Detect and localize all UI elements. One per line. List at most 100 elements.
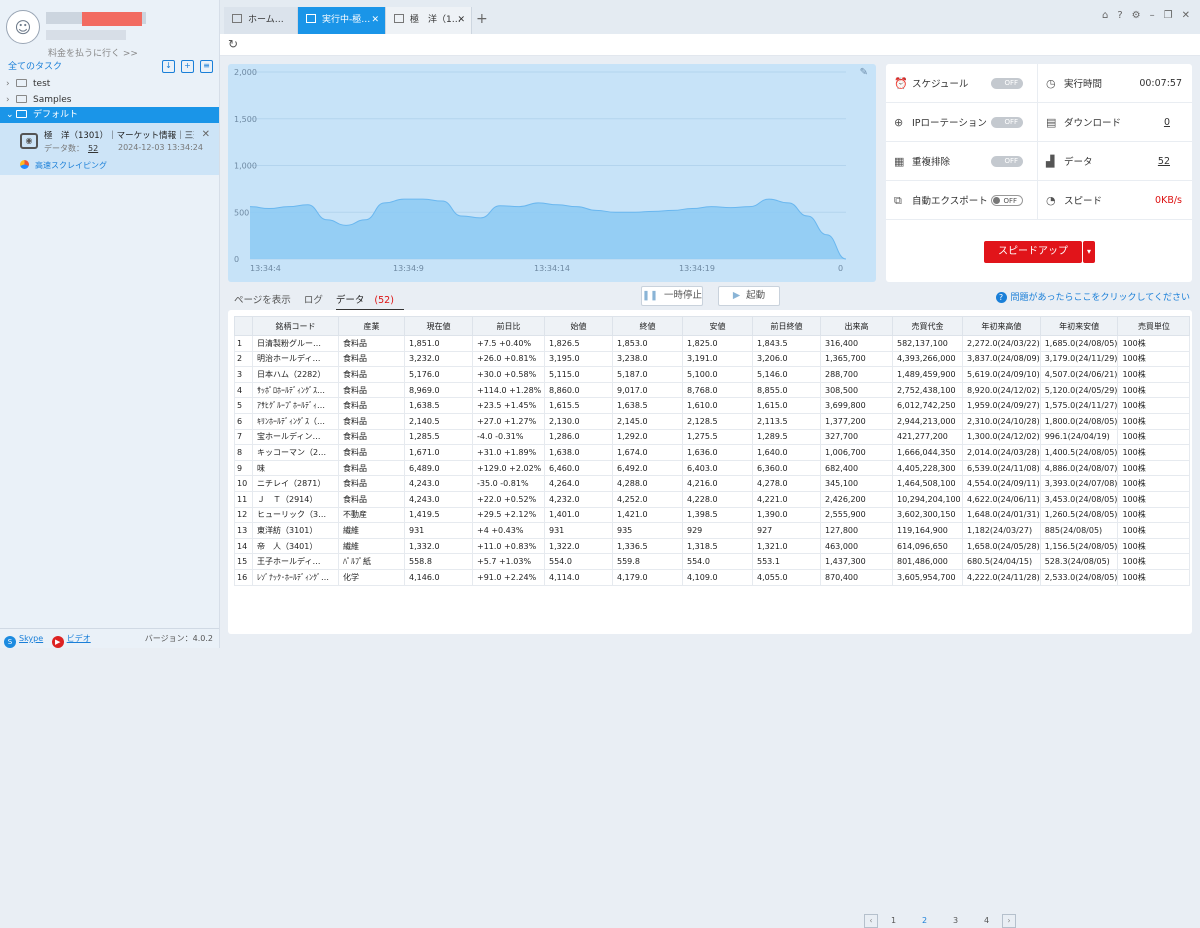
task-item[interactable]: ◉ 極 洋（1301）｜マーケット情報｜三菱… ✕ データ数： 52 2024-1… (0, 123, 219, 175)
help-icon[interactable]: ? (1117, 10, 1122, 21)
import-icon[interactable]: ↓ (162, 60, 175, 73)
table-cell: 1,648.0(24/01/31) (962, 506, 1041, 524)
table-cell: 繊維 (338, 522, 405, 539)
table-row[interactable]: 3 日本ハム（2282） 食料品 5,176.0 +30.0 +0.58% 5,115.0… (234, 366, 1191, 383)
table-row[interactable]: 16 ﾚｿﾞﾅｯｸ･ﾎｰﾙﾃﾞｨﾝｸﾞ… 化学 4,146.0 +91.0 +2.24%… (234, 568, 1191, 586)
table-cell: 8,969.0 (404, 381, 473, 399)
table-cell: 558.8 (404, 553, 473, 570)
column-header[interactable]: 売買単位 (1117, 316, 1191, 336)
table-cell: 東洋紡（3101） (252, 522, 339, 539)
table-row[interactable]: 1 日清製粉グルー… 食料品 1,851.0 +7.5 +0.40% 1,826.5 1,8… (234, 335, 1191, 352)
start-button[interactable]: ▶ 起動 (718, 286, 780, 306)
tab-bar: ホーム… 実行中-極… ✕ 極 洋（1… ✕ + ⌂ ? ⚙ – ❐ ✕ (220, 0, 1200, 34)
column-header[interactable]: 年初来高値 (962, 316, 1041, 336)
tab-task[interactable]: 極 洋（1… ✕ (386, 7, 472, 34)
y-tick-label: 500 (234, 208, 249, 217)
close-icon[interactable]: ✕ (371, 7, 379, 34)
y-tick-label: 0 (234, 255, 239, 264)
table-row[interactable]: 10 ニチレイ（2871） 食料品 4,243.0 -35.0 -0.81% 4,264.… (234, 475, 1191, 492)
column-header[interactable]: 終値 (612, 316, 683, 336)
schedule-toggle[interactable]: OFF (991, 78, 1023, 89)
table-row[interactable]: 9 味食料品 6,489.0 +129.0 +2.02% 6,460.0 6,492.0 6… (234, 459, 1191, 477)
settings-icon[interactable]: ⚙ (1132, 10, 1141, 21)
minimize-icon[interactable]: – (1150, 10, 1155, 21)
tab-page-view[interactable]: ページを表示 (234, 295, 291, 306)
tree-folder-test[interactable]: › test (0, 76, 219, 92)
page-number[interactable]: 1 (878, 914, 909, 928)
edit-icon[interactable]: ✎ (860, 67, 868, 78)
table-row[interactable]: 8 キッコーマン（2… 食料品 1,671.0 +31.0 +1.89% 1,638.0 1… (234, 444, 1191, 461)
column-header[interactable]: 銘柄コード (252, 316, 339, 336)
avatar[interactable]: ☺ (6, 10, 40, 44)
auto-export-toggle[interactable]: OFF (991, 195, 1023, 206)
tab-log[interactable]: ログ (304, 295, 323, 306)
pause-button[interactable]: ❚❚ 一時停止 (641, 286, 703, 306)
column-header[interactable]: 出来高 (820, 316, 893, 336)
table-row[interactable]: 15 王子ホールディ… ﾊﾟﾙﾌﾟ紙 558.8 +5.7 +1.03% 554.0 559… (234, 553, 1191, 570)
table-cell: 2,272.0(24/03/22) (962, 335, 1041, 352)
table-row[interactable]: 6 ｷﾘﾝﾎｰﾙﾃﾞｨﾝｸﾞｽ（… 食料品 2,140.5 +27.0 +1.27% 2,… (234, 412, 1191, 430)
y-tick-label: 2,000 (234, 68, 257, 77)
close-window-icon[interactable]: ✕ (1182, 10, 1190, 21)
table-row[interactable]: 11 Ｊ Ｔ（2914） 食料品 4,243.0 +22.0 +0.52% 4,232.0… (234, 490, 1191, 508)
skype-link[interactable]: Skype (19, 634, 43, 643)
speed-row: ◔ スピード 0KB/s (1038, 181, 1192, 220)
export-icon: ⧉ (894, 194, 902, 207)
page-number[interactable]: 3 (940, 914, 971, 928)
new-folder-icon[interactable]: ≡ (200, 60, 213, 73)
prev-page-icon[interactable]: ‹ (864, 914, 878, 928)
video-link[interactable]: ビデオ (67, 634, 91, 643)
gift-icon[interactable]: ⌂ (1102, 10, 1108, 21)
column-header[interactable]: 始値 (544, 316, 613, 336)
tree-folder-samples[interactable]: › Samples (0, 92, 219, 108)
table-cell: 11 (234, 490, 253, 508)
page-number[interactable]: 4 (971, 914, 1002, 928)
help-link[interactable]: ? 問題があったらここをクリックしてください (995, 290, 1190, 303)
pay-link[interactable]: 料金を払うに行く >> (48, 46, 138, 59)
chevron-down-icon[interactable]: ▾ (1083, 241, 1095, 263)
table-row[interactable]: 13 東洋紡（3101） 繊維 931 +4 +0.43% 931 935 929 927 127… (234, 522, 1191, 539)
refresh-icon[interactable]: ↻ (228, 37, 238, 51)
table-cell: 528.3(24/08/05) (1039, 553, 1119, 570)
table-cell: 2 (234, 350, 253, 368)
ip-rotation-toggle[interactable]: OFF (991, 117, 1023, 128)
table-row[interactable]: 14 帝 人（3401） 繊維 1,332.0 +11.0 +0.83% 1,322.0 1… (234, 537, 1191, 555)
column-header[interactable]: 産業 (338, 316, 405, 336)
column-header[interactable]: 前日比 (472, 316, 545, 336)
column-header[interactable]: 前日終値 (752, 316, 821, 336)
close-icon[interactable]: ✕ (457, 7, 465, 34)
table-cell: 3,393.0(24/07/08) (1039, 475, 1119, 492)
tab-running[interactable]: 実行中-極… ✕ (298, 7, 386, 34)
table-cell: 1,843.5 (752, 335, 821, 352)
next-page-icon[interactable]: › (1002, 914, 1016, 928)
task-count-link[interactable]: 52 (88, 144, 98, 153)
table-row[interactable]: 4 ｻｯﾎﾟﾛﾎｰﾙﾃﾞｨﾝｸﾞｽ… 食料品 8,969.0 +114.0 +1.28%… (234, 381, 1191, 399)
all-tasks-label[interactable]: 全てのタスク (8, 62, 62, 72)
tree-folder-default[interactable]: ⌄ デフォルト (0, 107, 219, 123)
column-header[interactable]: 売買代金 (892, 316, 963, 336)
dedupe-toggle[interactable]: OFF (991, 156, 1023, 167)
table-row[interactable]: 2 明治ホールディ… 食料品 3,232.0 +26.0 +0.81% 3,195.0 3,… (234, 350, 1191, 368)
table-row[interactable]: 12 ヒューリック（3… 不動産 1,419.5 +29.5 +2.12% 1,401.0… (234, 506, 1191, 524)
toolbar: ↻ (220, 34, 1200, 56)
download-value[interactable]: 0 (1164, 103, 1170, 142)
new-task-icon[interactable]: + (181, 60, 194, 73)
table-row[interactable]: 7 宝ホールディン… 食料品 1,285.5 -4.0 -0.31% 1,286.0 1,2… (234, 428, 1191, 446)
close-icon[interactable]: ✕ (202, 129, 210, 140)
sidebar: ☺ 料金を払うに行く >> 全てのタスク ↓ + ≡ › test › Sample… (0, 0, 220, 648)
table-cell: +129.0 +2.02% (472, 459, 545, 477)
column-header[interactable] (234, 316, 253, 336)
table-row[interactable]: 5 ｱｻﾋｸﾞﾙｰﾌﾟﾎｰﾙﾃﾞｨ… 食料品 1,638.5 +23.5 +1.45% 1… (234, 397, 1191, 414)
column-header[interactable]: 現在値 (404, 316, 473, 336)
runtime-row: ◷ 実行時間 00:07:57 (1038, 64, 1192, 103)
restore-icon[interactable]: ❐ (1164, 10, 1173, 21)
column-header[interactable]: 安値 (682, 316, 753, 336)
column-header[interactable]: 年初来安値 (1039, 316, 1119, 336)
add-tab-icon[interactable]: + (476, 7, 488, 31)
page-number[interactable]: 2 (909, 914, 940, 928)
table-cell: 2,310.0(24/10/28) (962, 412, 1041, 430)
speed-up-button[interactable]: スピードアップ (984, 241, 1082, 263)
tab-data[interactable]: データ (52) (335, 295, 404, 311)
data-value[interactable]: 52 (1158, 142, 1170, 181)
tab-home[interactable]: ホーム… (224, 7, 298, 34)
